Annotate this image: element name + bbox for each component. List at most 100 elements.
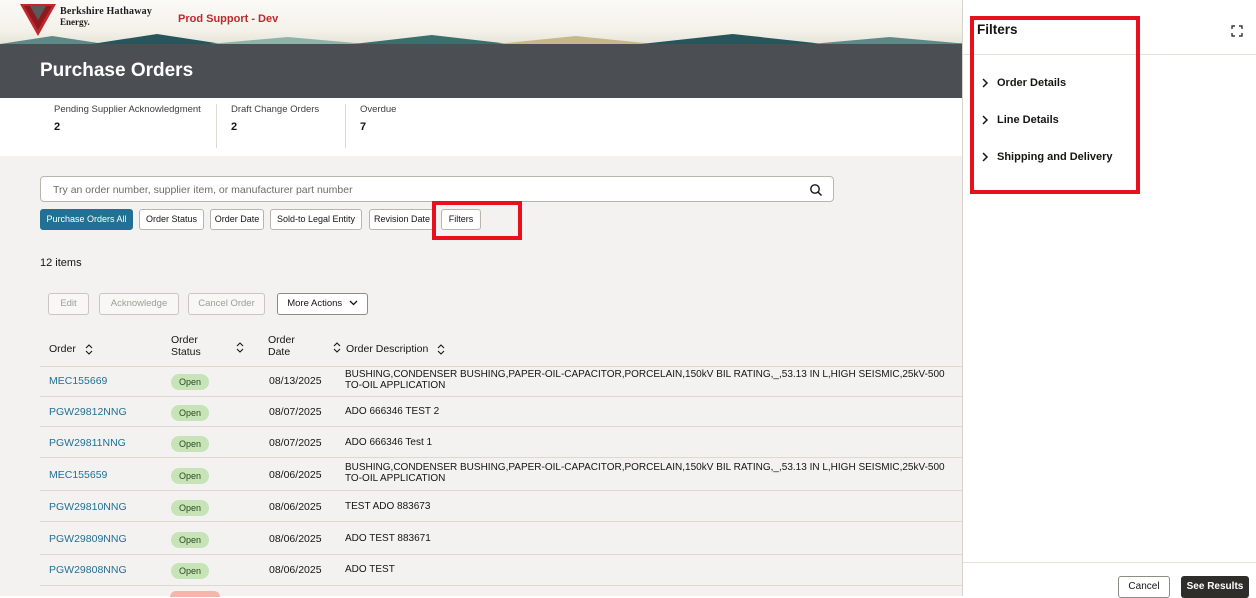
table-row[interactable]: PGW29810NNG Open 08/06/2025 TEST ADO 883… xyxy=(40,491,962,522)
see-results-button[interactable]: See Results xyxy=(1181,576,1249,598)
table-row[interactable]: PGW29808NNG Open 08/06/2025 ADO TEST xyxy=(40,555,962,586)
table-row[interactable]: PGW29809NNG Open 08/06/2025 ADO TEST 883… xyxy=(40,522,962,555)
column-header-order-description[interactable]: Order Description xyxy=(346,343,445,355)
sort-icon[interactable] xyxy=(85,343,93,355)
column-header-label-line2: Status xyxy=(171,346,201,358)
order-description: TEST ADO 883673 xyxy=(345,501,965,512)
order-date: 08/06/2025 xyxy=(269,501,322,513)
section-label: Order Details xyxy=(997,77,1067,89)
chip-sold-to-legal-entity[interactable]: Sold-to Legal Entity xyxy=(270,209,362,230)
cancel-order-button[interactable]: Cancel Order xyxy=(188,293,265,315)
order-number-link[interactable]: PGW29812NNG xyxy=(49,406,127,418)
column-header-order-date[interactable]: Order Date xyxy=(268,334,295,358)
order-description-line2: TO-OIL APPLICATION xyxy=(345,380,446,391)
logo-text-line1: Berkshire Hathaway xyxy=(60,6,153,17)
order-date: 08/13/2025 xyxy=(269,375,322,387)
order-description: BUSHING,CONDENSER BUSHING,PAPER-OIL-CAPA… xyxy=(345,462,965,484)
order-number-link[interactable]: PGW29810NNG xyxy=(49,501,127,513)
order-description-line1: BUSHING,CONDENSER BUSHING,PAPER-OIL-CAPA… xyxy=(345,462,945,473)
company-logo[interactable]: Berkshire Hathaway Energy. xyxy=(20,4,170,38)
table-row[interactable]: MEC155669 Open 08/13/2025 BUSHING,CONDEN… xyxy=(40,366,962,397)
metric-value: 7 xyxy=(360,121,367,133)
order-description-line1: BUSHING,CONDENSER BUSHING,PAPER-OIL-CAPA… xyxy=(345,369,945,380)
order-description-line1: ADO TEST xyxy=(345,564,395,575)
order-date: 08/06/2025 xyxy=(269,533,322,545)
table-row[interactable]: PGW29811NNG Open 08/07/2025 ADO 666346 T… xyxy=(40,427,962,458)
section-order-details[interactable]: Order Details xyxy=(981,77,1066,95)
order-description: ADO 666346 TEST 2 xyxy=(345,406,965,417)
metric-label: Pending Supplier Acknowledgment xyxy=(54,104,201,115)
search-input[interactable] xyxy=(51,180,795,200)
status-badge: Open xyxy=(171,405,209,421)
chip-filters[interactable]: Filters xyxy=(441,209,481,230)
status-badge: Open xyxy=(171,468,209,484)
metric-overdue[interactable]: Overdue 7 xyxy=(345,104,420,148)
order-number-link[interactable]: PGW29811NNG xyxy=(49,437,126,449)
status-badge: Open xyxy=(171,500,209,516)
section-line-details[interactable]: Line Details xyxy=(981,114,1059,132)
chevron-down-icon xyxy=(349,301,358,306)
sort-icon[interactable] xyxy=(236,342,244,353)
filters-drawer: Filters Order Details Line Details Shipp… xyxy=(962,0,1256,598)
column-header-label-line2: Date xyxy=(268,346,291,358)
metric-pending-acknowledgment[interactable]: Pending Supplier Acknowledgment 2 xyxy=(40,104,201,148)
sort-icon[interactable] xyxy=(333,342,341,353)
search-icon[interactable] xyxy=(809,183,823,197)
column-header-label-line1: Order xyxy=(268,334,295,346)
chevron-right-icon xyxy=(982,152,989,162)
order-description-line1: ADO 666346 Test 1 xyxy=(345,437,433,448)
chip-revision-date[interactable]: Revision Date xyxy=(369,209,435,230)
order-date: 08/06/2025 xyxy=(269,469,322,481)
logo-text-line2: Energy. xyxy=(60,17,90,27)
order-description-line1: ADO TEST 883671 xyxy=(345,533,431,544)
status-badge: Open xyxy=(171,436,209,452)
order-number-link[interactable]: PGW29808NNG xyxy=(49,564,127,576)
partial-status-badge xyxy=(170,591,220,597)
status-badge: Open xyxy=(171,532,209,548)
acknowledge-button[interactable]: Acknowledge xyxy=(99,293,179,315)
metric-draft-change-orders[interactable]: Draft Change Orders 2 xyxy=(216,104,319,148)
order-description: ADO 666346 Test 1 xyxy=(345,437,965,448)
order-description-line1: ADO 666346 TEST 2 xyxy=(345,406,440,417)
expand-icon[interactable] xyxy=(1231,25,1243,37)
order-description-line2: TO-OIL APPLICATION xyxy=(345,473,446,484)
order-number-link[interactable]: MEC155669 xyxy=(49,375,107,387)
metric-label: Overdue xyxy=(360,104,397,115)
table-row[interactable]: PGW29812NNG Open 08/07/2025 ADO 666346 T… xyxy=(40,397,962,427)
table-row[interactable]: MEC155659 Open 08/06/2025 BUSHING,CONDEN… xyxy=(40,458,962,491)
order-number-link[interactable]: MEC155659 xyxy=(49,469,107,481)
drawer-header: Filters xyxy=(963,0,1256,55)
chevron-right-icon xyxy=(982,78,989,88)
search-box[interactable] xyxy=(40,176,834,202)
chip-order-date[interactable]: Order Date xyxy=(210,209,264,230)
metric-value: 2 xyxy=(54,121,61,133)
order-number-link[interactable]: PGW29809NNG xyxy=(49,533,127,545)
column-header-order[interactable]: Order xyxy=(49,343,93,355)
order-description: BUSHING,CONDENSER BUSHING,PAPER-OIL-CAPA… xyxy=(345,369,965,391)
edit-button[interactable]: Edit xyxy=(48,293,89,315)
column-header-label-line1: Order xyxy=(171,334,198,346)
order-date: 08/06/2025 xyxy=(269,564,322,576)
column-header-label: Order xyxy=(49,343,76,355)
order-date: 08/07/2025 xyxy=(269,406,322,418)
chip-order-status[interactable]: Order Status xyxy=(139,209,204,230)
page-title: Purchase Orders xyxy=(40,60,194,81)
column-header-order-status[interactable]: Order Status xyxy=(171,334,201,358)
section-label: Line Details xyxy=(997,114,1059,126)
status-badge: Open xyxy=(171,563,209,579)
drawer-title: Filters xyxy=(977,22,1018,37)
section-label: Shipping and Delivery xyxy=(997,151,1113,163)
chevron-right-icon xyxy=(982,115,989,125)
section-shipping-and-delivery[interactable]: Shipping and Delivery xyxy=(981,151,1113,169)
order-description: ADO TEST 883671 xyxy=(345,533,965,544)
sort-icon[interactable] xyxy=(437,343,445,355)
metric-value: 2 xyxy=(231,121,238,133)
chip-purchase-orders-all[interactable]: Purchase Orders All xyxy=(40,209,133,230)
table-header: Order Order Status Order Date Order Desc… xyxy=(40,330,962,367)
order-description-line1: TEST ADO 883673 xyxy=(345,501,431,512)
cancel-button[interactable]: Cancel xyxy=(1118,576,1170,598)
more-actions-label: More Actions xyxy=(287,298,343,309)
column-header-label: Order Description xyxy=(346,343,429,355)
logo-mark-icon xyxy=(20,4,56,36)
more-actions-button[interactable]: More Actions xyxy=(277,293,368,315)
